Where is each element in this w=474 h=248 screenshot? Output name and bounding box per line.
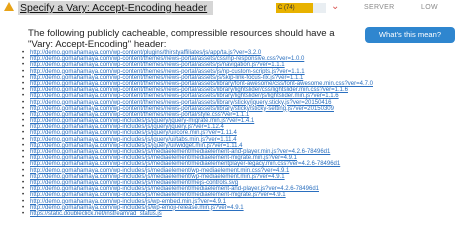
resource-url-link[interactable]: http://demo.gomahamaya.com/wp-includes/j… bbox=[30, 124, 224, 130]
grade-fill: C (74) bbox=[276, 3, 313, 13]
resource-url-link[interactable]: http://demo.gomahamaya.com/wp-includes/j… bbox=[30, 118, 254, 124]
chevron-down-icon[interactable]: ⌄ bbox=[331, 1, 339, 13]
list-item: • https://static.doubleclick.net/instream… bbox=[22, 211, 474, 217]
resource-url-link[interactable]: http://demo.gomahamaya.com/wp-content/th… bbox=[30, 106, 334, 112]
rule-header[interactable]: Specify a Vary: Accept-Encoding header C… bbox=[0, 0, 474, 16]
resource-url-link[interactable]: http://demo.gomahamaya.com/wp-includes/j… bbox=[30, 180, 238, 186]
resource-url-link[interactable]: http://demo.gomahamaya.com/wp-includes/j… bbox=[30, 174, 285, 180]
priority-label: LOW bbox=[421, 4, 438, 11]
resource-url-link[interactable]: http://demo.gomahamaya.com/wp-includes/j… bbox=[30, 143, 243, 149]
resource-url-link[interactable]: http://demo.gomahamaya.com/wp-content/th… bbox=[30, 62, 285, 68]
rule-panel: Specify a Vary: Accept-Encoding header C… bbox=[0, 0, 474, 248]
resource-url-link[interactable]: http://demo.gomahamaya.com/wp-content/th… bbox=[30, 56, 304, 62]
whats-this-mean-button[interactable]: What's this mean? bbox=[365, 27, 455, 43]
resource-url-link[interactable]: http://demo.gomahamaya.com/wp-includes/j… bbox=[30, 186, 319, 192]
resource-url-link[interactable]: http://demo.gomahamaya.com/wp-includes/j… bbox=[30, 205, 244, 211]
resource-url-link[interactable]: http://demo.gomahamaya.com/wp-content/th… bbox=[30, 75, 303, 81]
rule-description: The following publicly cacheable, compre… bbox=[28, 28, 335, 50]
resource-url-link[interactable]: http://demo.gomahamaya.com/wp-content/th… bbox=[30, 100, 331, 106]
rule-title[interactable]: Specify a Vary: Accept-Encoding header bbox=[18, 1, 214, 15]
resource-url-link[interactable]: http://demo.gomahamaya.com/wp-content/th… bbox=[30, 69, 305, 75]
bullet-icon: • bbox=[22, 210, 25, 217]
resource-url-link[interactable]: http://demo.gomahamaya.com/wp-includes/j… bbox=[30, 155, 297, 161]
impact-label: SERVER bbox=[364, 4, 395, 11]
resource-url-link[interactable]: http://demo.gomahamaya.com/wp-content/th… bbox=[30, 112, 249, 118]
resource-url-link[interactable]: http://demo.gomahamaya.com/wp-content/th… bbox=[30, 87, 348, 93]
warning-triangle-icon bbox=[4, 2, 14, 11]
resource-url-link[interactable]: http://demo.gomahamaya.com/wp-includes/j… bbox=[30, 130, 237, 136]
resource-url-link[interactable]: http://demo.gomahamaya.com/wp-content/th… bbox=[30, 81, 373, 87]
resource-url-list: • http://demo.gomahamaya.com/wp-content/p… bbox=[22, 50, 474, 217]
resource-url-link[interactable]: http://demo.gomahamaya.com/wp-includes/j… bbox=[30, 199, 226, 205]
grade-bar: C (74) bbox=[276, 3, 326, 13]
resource-url-link[interactable]: http://demo.gomahamaya.com/wp-content/th… bbox=[30, 93, 339, 99]
resource-url-link[interactable]: http://demo.gomahamaya.com/wp-includes/j… bbox=[30, 137, 237, 143]
resource-url-link[interactable]: http://demo.gomahamaya.com/wp-includes/j… bbox=[30, 168, 289, 174]
resource-url-link[interactable]: http://demo.gomahamaya.com/wp-content/pl… bbox=[30, 50, 261, 56]
resource-url-link[interactable]: http://demo.gomahamaya.com/wp-includes/j… bbox=[30, 161, 340, 167]
resource-url-link[interactable]: https://static.doubleclick.net/instream/… bbox=[30, 211, 162, 217]
resource-url-link[interactable]: http://demo.gomahamaya.com/wp-includes/j… bbox=[30, 149, 330, 155]
resource-url-link[interactable]: http://demo.gomahamaya.com/wp-includes/j… bbox=[30, 192, 286, 198]
